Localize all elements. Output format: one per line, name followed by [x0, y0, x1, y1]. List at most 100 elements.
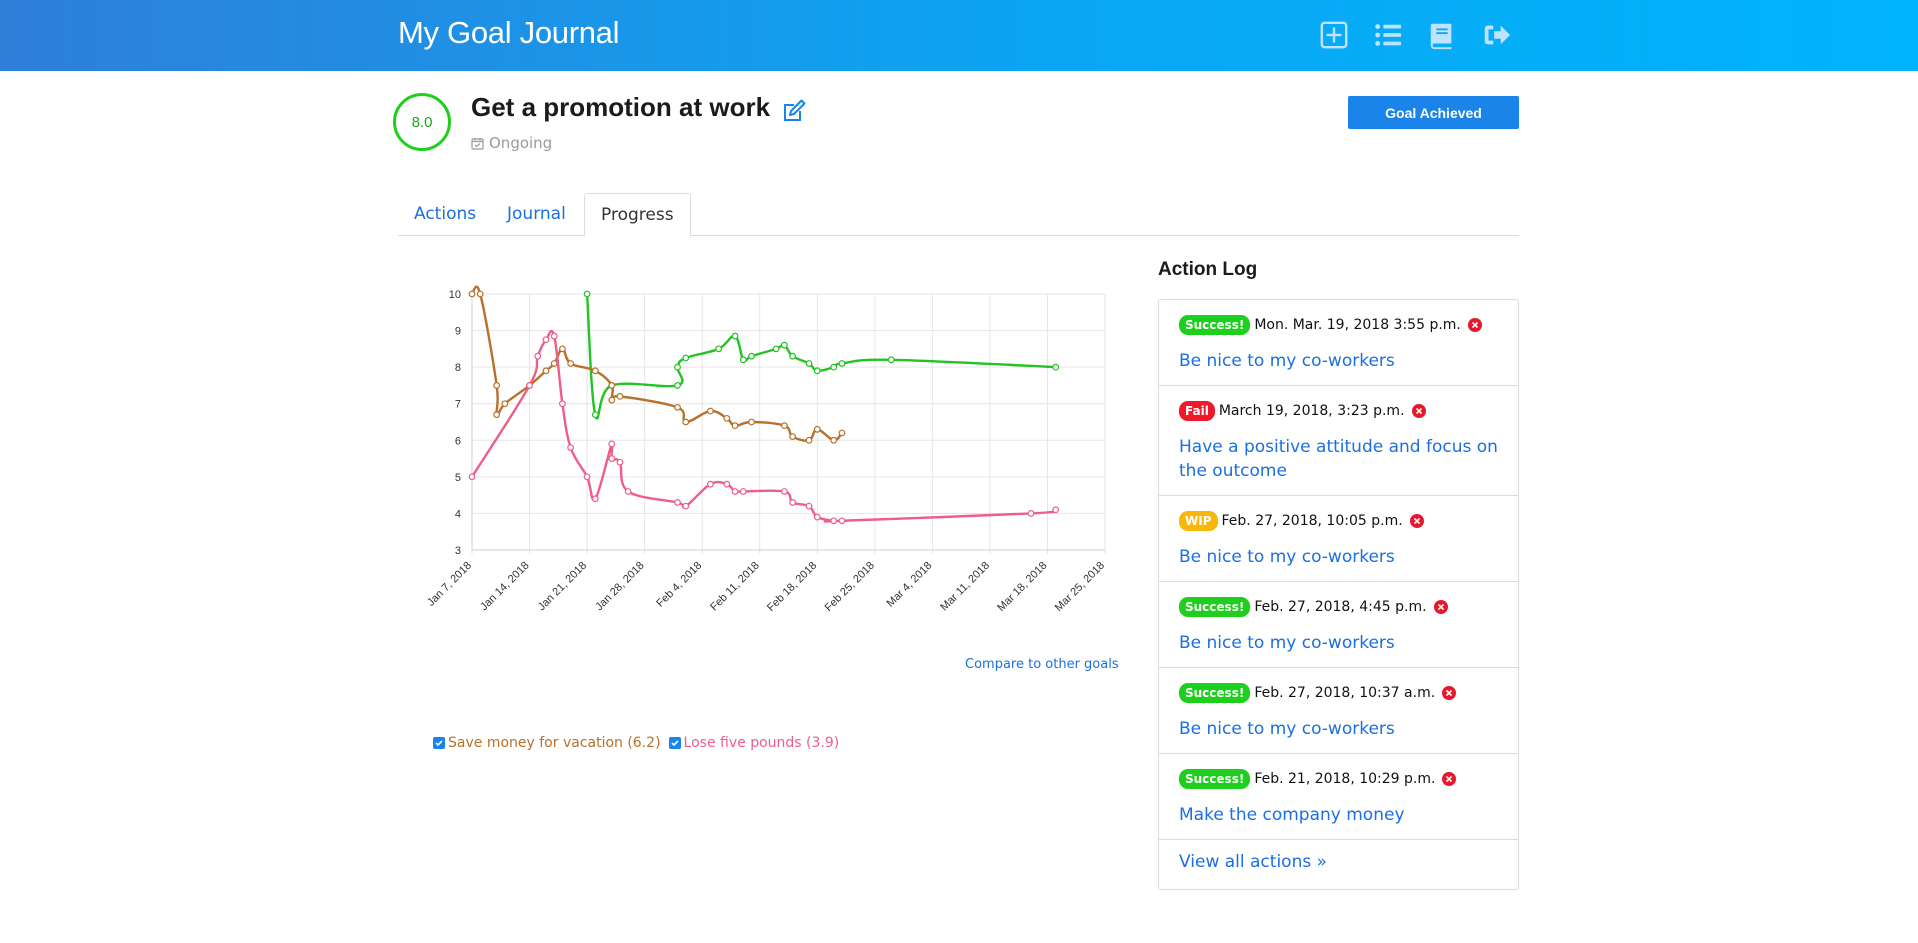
- goal-title: Get a promotion at work: [471, 92, 771, 122]
- sign-out-icon[interactable]: [1476, 19, 1516, 51]
- chart-data-point: [830, 517, 838, 525]
- chart-y-tick-label: 8: [455, 362, 461, 374]
- legend-checkbox[interactable]: [668, 737, 681, 749]
- delete-icon[interactable]: [1442, 686, 1457, 700]
- edit-goal-icon[interactable]: [781, 98, 807, 124]
- chart-y-tick-label: 4: [455, 508, 461, 520]
- log-action-link[interactable]: Be nice to my co-workers: [1179, 349, 1498, 373]
- legend-label: Lose five pounds (3.9): [683, 735, 840, 751]
- log-timestamp: Feb. 27, 2018, 4:45 p.m.: [1254, 599, 1427, 615]
- chart-data-point: [748, 352, 755, 360]
- chart-data-point: [1052, 363, 1060, 371]
- chart-data-point: [674, 363, 681, 371]
- chart-data-point: [559, 400, 566, 408]
- chart-data-point: [682, 418, 690, 426]
- chart-data-point: [559, 345, 566, 353]
- chart-data-point: [805, 436, 813, 444]
- log-action-link[interactable]: Have a positive attitude and focus on th…: [1179, 435, 1498, 483]
- chart-data-point: [501, 400, 509, 408]
- tab-actions[interactable]: Actions: [398, 193, 492, 236]
- chart-data-point: [682, 354, 690, 362]
- delete-icon[interactable]: [1409, 514, 1424, 528]
- chart-data-point: [550, 360, 558, 367]
- log-action-link[interactable]: Be nice to my co-workers: [1179, 545, 1498, 569]
- goal-status-label: Ongoing: [489, 134, 553, 152]
- view-all-actions-link[interactable]: View all actions »: [1179, 852, 1327, 872]
- chart-x-tick-label: Mar 18, 2018: [995, 560, 1049, 614]
- chart-data-point: [476, 290, 484, 298]
- app-brand[interactable]: My Goal Journal: [398, 15, 620, 51]
- legend-item-save-money[interactable]: Save money for vacation (6.2): [433, 735, 661, 751]
- chart-data-point: [805, 360, 813, 367]
- delete-icon[interactable]: [1411, 404, 1426, 418]
- chart-data-point: [567, 360, 575, 367]
- chart-data-point: [534, 352, 542, 360]
- chart-legend: Save money for vacation (6.2) Lose five …: [433, 735, 839, 751]
- chart-data-point: [789, 433, 797, 441]
- log-action-link[interactable]: Be nice to my co-workers: [1179, 631, 1498, 655]
- chart-y-tick-label: 6: [455, 435, 461, 447]
- chart-data-point: [838, 360, 846, 367]
- chart-y-tick-label: 10: [449, 289, 461, 301]
- chart-data-point: [674, 403, 681, 411]
- log-timestamp: Mon. Mar. 19, 2018 3:55 p.m.: [1254, 317, 1461, 333]
- status-badge: Fail: [1179, 401, 1215, 421]
- log-item: Success! Feb. 27, 2018, 10:37 a.m. Be ni…: [1159, 668, 1518, 754]
- status-badge: Success!: [1179, 769, 1251, 789]
- delete-icon[interactable]: [1433, 600, 1448, 614]
- add-goal-plus-square-icon[interactable]: [1314, 19, 1354, 51]
- log-item: Success! Feb. 21, 2018, 10:29 p.m. Make …: [1159, 754, 1518, 840]
- legend-item-lose-pounds[interactable]: Lose five pounds (3.9): [668, 735, 840, 751]
- chart-data-point: [838, 517, 846, 525]
- delete-icon[interactable]: [1467, 318, 1482, 332]
- chart-data-point: [813, 513, 821, 521]
- chart-x-tick-label: Feb 18, 2018: [765, 560, 819, 614]
- chart-x-tick-label: Jan 14, 2018: [478, 560, 531, 613]
- chart-data-point: [707, 480, 714, 488]
- chart-x-tick-label: Feb 25, 2018: [823, 560, 877, 614]
- chart-data-point: [591, 495, 599, 503]
- chart-data-point: [813, 425, 821, 433]
- goal-list-icon[interactable]: [1368, 19, 1408, 51]
- chart-series-line: [585, 293, 1056, 420]
- chart-data-point: [789, 499, 797, 506]
- log-timestamp: March 19, 2018, 3:23 p.m.: [1218, 403, 1405, 419]
- journal-book-icon[interactable]: [1422, 19, 1462, 51]
- chart-data-point: [567, 444, 575, 452]
- calendar-check-icon: [471, 137, 484, 150]
- chart-data-point: [731, 422, 739, 430]
- chart-data-point: [707, 407, 714, 415]
- chart-data-point: [608, 396, 616, 404]
- chart-x-tick-label: Jan 28, 2018: [593, 560, 646, 613]
- chart-x-tick-label: Jan 7, 2018: [425, 560, 474, 609]
- chart-data-point: [723, 480, 731, 488]
- chart-data-point: [748, 418, 755, 426]
- log-action-link[interactable]: Be nice to my co-workers: [1179, 717, 1498, 741]
- goal-tabs: Actions Journal Progress: [398, 193, 1519, 237]
- compare-goals-link[interactable]: Compare to other goals: [965, 657, 1119, 672]
- chart-data-point: [493, 411, 501, 419]
- log-footer: View all actions »: [1159, 840, 1518, 889]
- delete-icon[interactable]: [1442, 772, 1457, 786]
- chart-data-point: [780, 341, 788, 349]
- chart-data-point: [674, 382, 681, 389]
- legend-checkbox[interactable]: [433, 737, 445, 749]
- goal-score-circle: 8.0: [393, 93, 451, 151]
- status-badge: Success!: [1179, 315, 1251, 335]
- chart-data-point: [772, 345, 780, 353]
- chart-data-point: [1052, 506, 1060, 514]
- log-action-link[interactable]: Make the company money: [1179, 803, 1498, 827]
- chart-data-point: [616, 392, 624, 400]
- chart-data-point: [813, 367, 821, 375]
- chart-data-point: [550, 332, 558, 340]
- chart-data-point: [830, 363, 838, 371]
- tab-progress[interactable]: Progress: [584, 193, 691, 237]
- chart-data-point: [830, 436, 838, 444]
- goal-achieved-button[interactable]: Goal Achieved: [1348, 96, 1519, 129]
- chart-data-point: [780, 422, 788, 430]
- chart-data-point: [731, 332, 739, 340]
- chart-y-tick-label: 3: [455, 545, 461, 557]
- tab-journal[interactable]: Journal: [491, 193, 582, 236]
- chart-y-tick-label: 5: [455, 472, 461, 484]
- chart-series-line: [470, 285, 843, 442]
